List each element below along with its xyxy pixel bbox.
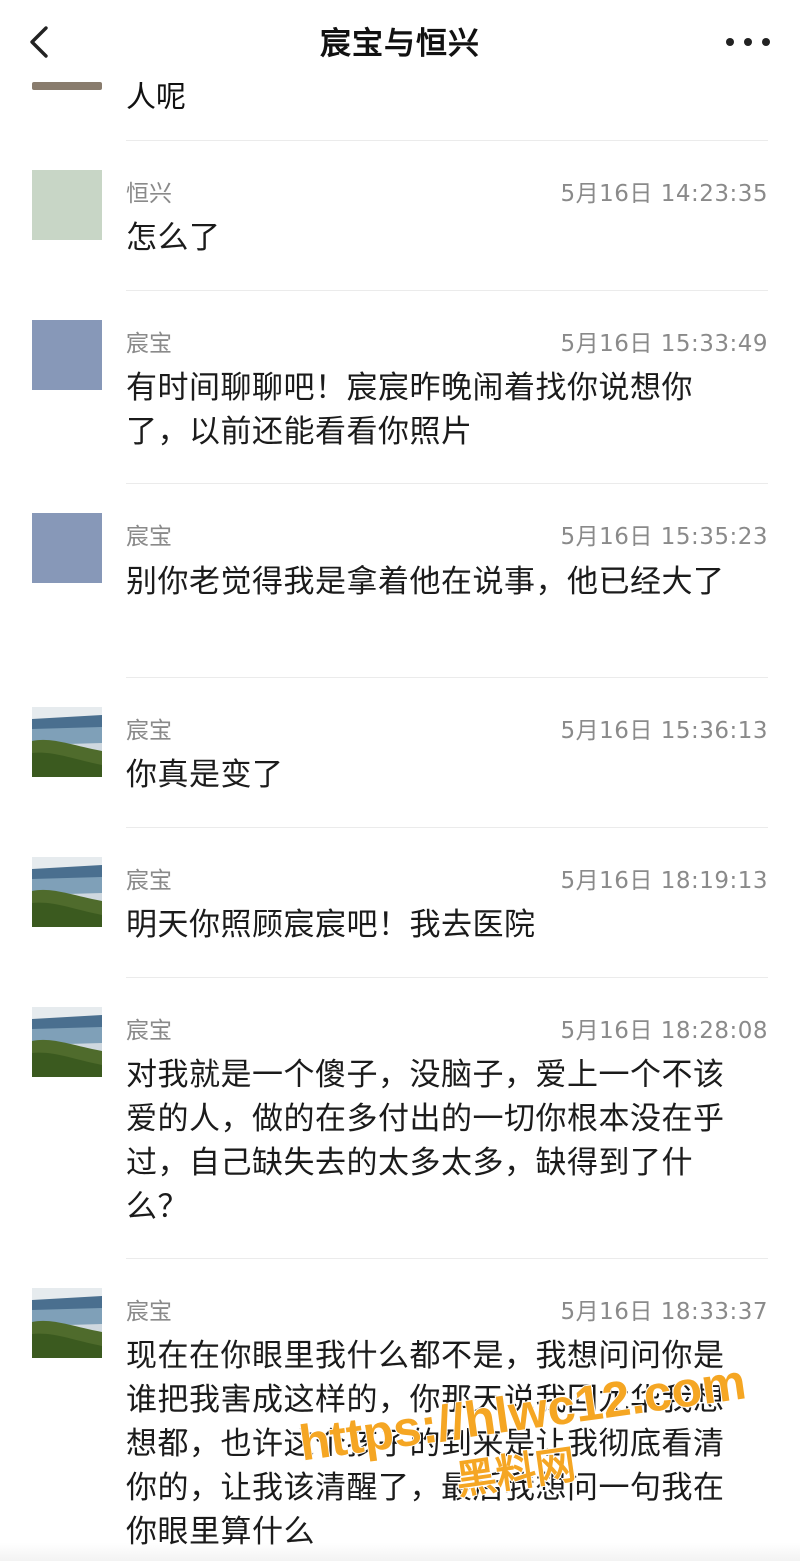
message-time: 5月16日 18:28:08	[560, 1018, 768, 1044]
chat-history: 人呢 恒兴 5月16日 14:23:35 怎么了 宸宝 5月16日 15:33:…	[0, 0, 800, 1561]
message-time: 5月16日 15:33:49	[560, 331, 768, 357]
sender-name: 宸宝	[126, 331, 172, 357]
message-text: 有时间聊聊吧！宸宸昨晚闹着找你说想你了，以前还能看看你照片	[126, 370, 693, 450]
top-nav-bar: 宸宝与恒兴	[0, 0, 800, 82]
sender-name: 宸宝	[126, 524, 172, 550]
seaside-photo-icon	[32, 1007, 102, 1077]
page-title: 宸宝与恒兴	[320, 26, 480, 62]
message-time: 5月16日 15:35:23	[560, 524, 768, 550]
message-text: 现在在你眼里我什么都不是，我想问问你是谁把我害成这样的，你那天说我回龙华我想想都…	[126, 1338, 725, 1550]
divider	[126, 977, 768, 978]
divider	[126, 483, 768, 484]
avatar[interactable]	[32, 707, 102, 777]
more-button[interactable]	[726, 34, 770, 50]
sender-name: 宸宝	[126, 1299, 172, 1325]
message-text: 你真是变了	[126, 757, 284, 793]
message-text: 别你老觉得我是拿着他在说事，他已经大了	[126, 564, 725, 600]
seaside-photo-icon	[32, 707, 102, 777]
message-time: 5月16日 18:33:37	[560, 1299, 768, 1325]
message-text: 对我就是一个傻子，没脑子，爱上一个不该爱的人，做的在多付出的一切你根本没在乎过，…	[126, 1057, 725, 1225]
message-time: 5月16日 15:36:13	[560, 718, 768, 744]
avatar[interactable]	[32, 1007, 102, 1077]
avatar[interactable]	[32, 170, 102, 240]
sender-name: 宸宝	[126, 868, 172, 894]
sender-name: 恒兴	[126, 181, 172, 207]
avatar[interactable]	[32, 1288, 102, 1358]
avatar[interactable]	[32, 513, 102, 583]
message-text: 明天你照顾宸宸吧！我去医院	[126, 907, 536, 943]
avatar[interactable]	[32, 857, 102, 927]
message-time: 5月16日 18:19:13	[560, 868, 768, 894]
message-time: 5月16日 14:23:35	[560, 181, 768, 207]
avatar[interactable]	[32, 82, 102, 90]
avatar[interactable]	[32, 320, 102, 390]
divider	[126, 1258, 768, 1259]
sender-name: 宸宝	[126, 718, 172, 744]
message-text: 怎么了	[126, 220, 221, 256]
divider	[126, 290, 768, 291]
sender-name: 宸宝	[126, 1018, 172, 1044]
divider	[126, 677, 768, 678]
divider	[126, 140, 768, 141]
more-dots-icon	[726, 38, 734, 46]
seaside-photo-icon	[32, 1288, 102, 1358]
divider	[126, 827, 768, 828]
bottom-fade	[0, 1543, 800, 1561]
seaside-photo-icon	[32, 857, 102, 927]
